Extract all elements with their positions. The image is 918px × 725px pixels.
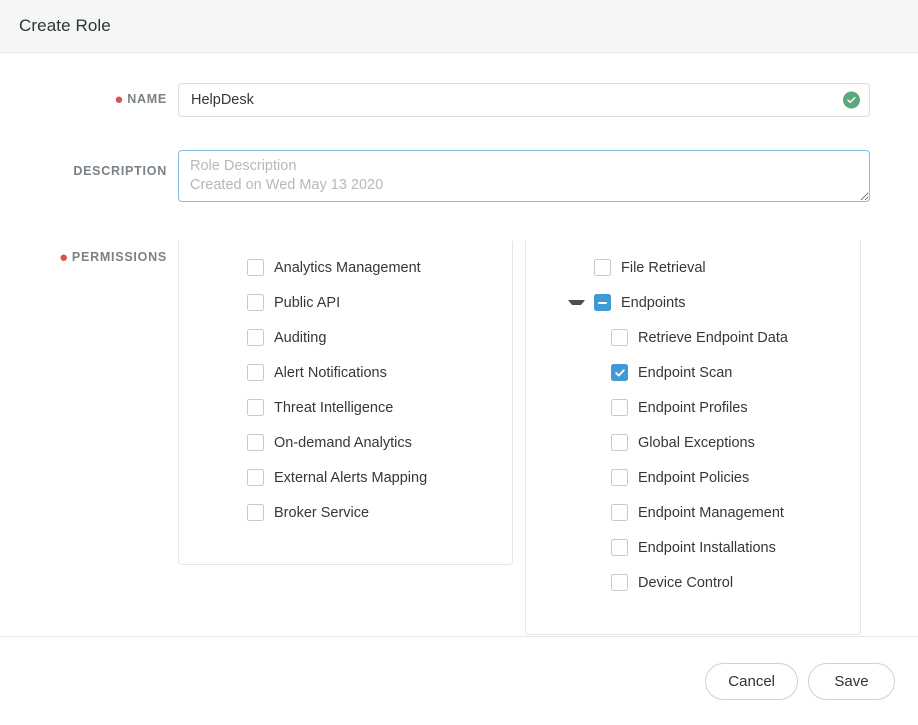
permission-item[interactable]: Public API xyxy=(179,285,512,320)
name-input-wrap xyxy=(178,83,870,117)
permission-item[interactable]: Retrieve Endpoint Data xyxy=(526,320,860,355)
description-label: DESCRIPTION xyxy=(0,150,178,178)
cancel-button[interactable]: Cancel xyxy=(705,663,798,700)
dialog-header: Create Role xyxy=(0,0,918,53)
permission-item[interactable]: Endpoints xyxy=(526,285,860,320)
checkbox-unchecked-icon[interactable] xyxy=(247,434,264,451)
chevron-down-icon[interactable] xyxy=(568,300,585,305)
dialog-body: ●NAME DESCRIPTION ●PERMISSIONS Analytics… xyxy=(0,53,918,636)
permission-item-label: Endpoint Management xyxy=(638,505,784,521)
permission-item-label: Global Exceptions xyxy=(638,435,755,451)
permission-item[interactable]: Device Control xyxy=(526,565,860,600)
checkbox-unchecked-icon[interactable] xyxy=(247,259,264,276)
permission-item[interactable]: On-demand Analytics xyxy=(179,425,512,460)
name-row: ●NAME xyxy=(0,83,918,117)
checkbox-unchecked-icon[interactable] xyxy=(611,434,628,451)
checkbox-indeterminate-icon[interactable] xyxy=(594,294,611,311)
permission-item-label: External Alerts Mapping xyxy=(274,470,427,486)
checkbox-unchecked-icon[interactable] xyxy=(594,259,611,276)
permission-item-label: Alert Notifications xyxy=(274,365,387,381)
checkbox-unchecked-icon[interactable] xyxy=(611,399,628,416)
permission-item[interactable]: Endpoint Profiles xyxy=(526,390,860,425)
checkbox-unchecked-icon[interactable] xyxy=(611,504,628,521)
permission-item-label: Endpoint Scan xyxy=(638,365,732,381)
permission-item-label: Analytics Management xyxy=(274,260,421,276)
name-label: ●NAME xyxy=(0,83,178,106)
permissions-columns: Analytics Management Public API Auditing Al… xyxy=(178,241,861,635)
permission-item[interactable]: Threat Intelligence xyxy=(179,390,512,425)
permissions-label: ●PERMISSIONS xyxy=(0,241,178,264)
save-button[interactable]: Save xyxy=(808,663,895,700)
checkbox-unchecked-icon[interactable] xyxy=(247,504,264,521)
name-label-text: NAME xyxy=(127,92,167,106)
permissions-label-text: PERMISSIONS xyxy=(72,250,167,264)
permission-item[interactable]: File Retrieval xyxy=(526,250,860,285)
permissions-row: ●PERMISSIONS Analytics Management Public … xyxy=(0,241,918,635)
permission-item-label: Endpoints xyxy=(621,295,686,311)
name-input[interactable] xyxy=(178,83,870,117)
permission-item-label: Retrieve Endpoint Data xyxy=(638,330,788,346)
permission-item-label: Auditing xyxy=(274,330,326,346)
permission-item[interactable]: Endpoint Scan xyxy=(526,355,860,390)
checkbox-unchecked-icon[interactable] xyxy=(611,574,628,591)
description-textarea[interactable] xyxy=(178,150,870,202)
permission-item-label: Broker Service xyxy=(274,505,369,521)
checkbox-unchecked-icon[interactable] xyxy=(247,469,264,486)
permission-item-label: Endpoint Installations xyxy=(638,540,776,556)
permission-item[interactable]: Alert Notifications xyxy=(179,355,512,390)
permission-item-label: Device Control xyxy=(638,575,733,591)
permission-item-label: Public API xyxy=(274,295,340,311)
checkbox-unchecked-icon[interactable] xyxy=(611,329,628,346)
dialog-footer: Cancel Save xyxy=(0,636,918,725)
required-indicator-name: ● xyxy=(114,91,124,108)
checkbox-unchecked-icon[interactable] xyxy=(611,539,628,556)
description-row: DESCRIPTION xyxy=(0,150,918,207)
check-circle-icon xyxy=(843,92,860,109)
checkbox-unchecked-icon[interactable] xyxy=(247,294,264,311)
permissions-right-panel: File Retrieval Endpoints Retrieve Endpoint… xyxy=(525,241,861,635)
permission-item-label: File Retrieval xyxy=(621,260,706,276)
permission-item[interactable]: Auditing xyxy=(179,320,512,355)
checkbox-unchecked-icon[interactable] xyxy=(247,329,264,346)
checkbox-unchecked-icon[interactable] xyxy=(247,399,264,416)
description-input-wrap xyxy=(178,150,870,207)
checkbox-unchecked-icon[interactable] xyxy=(611,469,628,486)
permission-item[interactable]: Broker Service xyxy=(179,495,512,530)
permission-item[interactable]: Analytics Management xyxy=(179,250,512,285)
required-indicator-permissions: ● xyxy=(59,249,69,266)
permission-item[interactable]: Global Exceptions xyxy=(526,425,860,460)
permission-item-label: Threat Intelligence xyxy=(274,400,393,416)
permission-item-label: On-demand Analytics xyxy=(274,435,412,451)
permission-item[interactable]: Endpoint Installations xyxy=(526,530,860,565)
permission-item-label: Endpoint Policies xyxy=(638,470,749,486)
permission-item[interactable]: Endpoint Policies xyxy=(526,460,860,495)
checkbox-unchecked-icon[interactable] xyxy=(247,364,264,381)
permissions-left-panel: Analytics Management Public API Auditing Al… xyxy=(178,241,513,565)
permission-item-label: Endpoint Profiles xyxy=(638,400,748,416)
checkbox-checked-icon[interactable] xyxy=(611,364,628,381)
permission-item[interactable]: External Alerts Mapping xyxy=(179,460,512,495)
page-title: Create Role xyxy=(19,16,111,36)
permission-item[interactable]: Endpoint Management xyxy=(526,495,860,530)
